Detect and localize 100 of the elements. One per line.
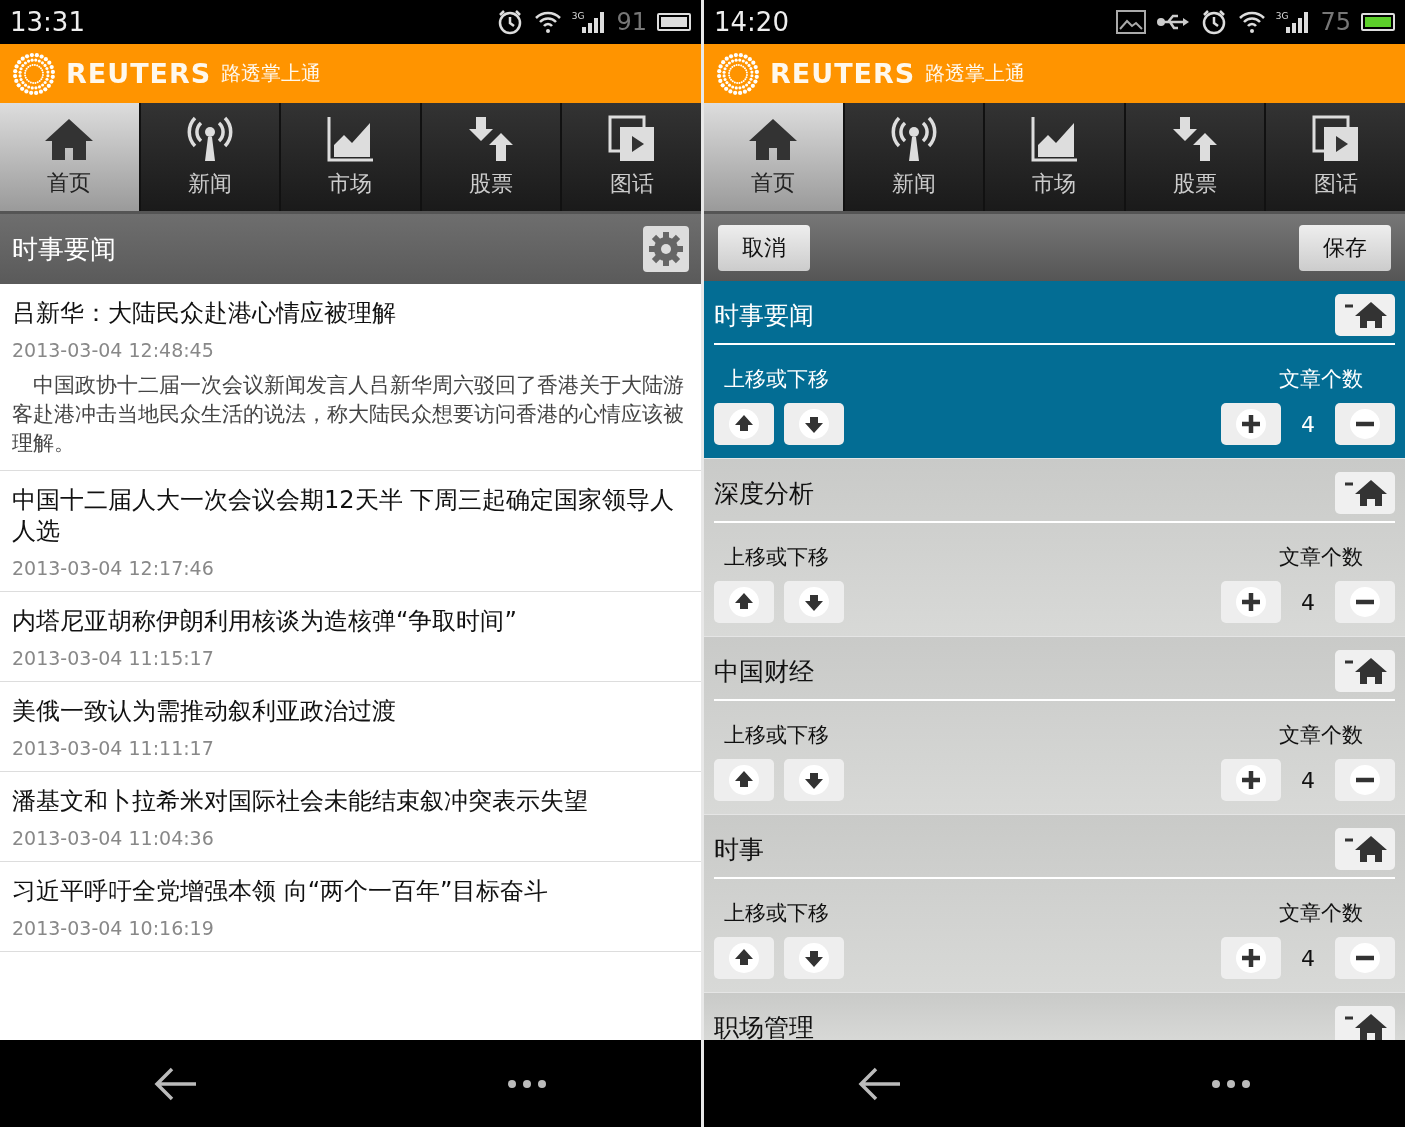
arrow-down-icon bbox=[798, 586, 830, 618]
pin-home-button[interactable] bbox=[1335, 650, 1395, 692]
decrease-button[interactable] bbox=[1335, 403, 1395, 445]
move-down-button[interactable] bbox=[784, 759, 844, 801]
article-count: 4 bbox=[1300, 411, 1316, 437]
pin-home-button[interactable] bbox=[1335, 472, 1395, 514]
image-icon bbox=[1115, 10, 1146, 34]
save-button[interactable]: 保存 bbox=[1299, 224, 1391, 271]
section-panel[interactable]: 深度分析 上移或下移 文章个数 4 bbox=[704, 459, 1405, 637]
battery-percent: 75 bbox=[1320, 8, 1351, 36]
settings-icon bbox=[648, 231, 684, 267]
minus-icon bbox=[1349, 942, 1381, 974]
article-title: 美俄一致认为需推动叙利亚政治过渡 bbox=[12, 696, 397, 727]
pin-home-button[interactable] bbox=[1335, 294, 1395, 336]
increase-button[interactable] bbox=[1221, 581, 1281, 623]
nav-tab[interactable]: 市场 bbox=[281, 103, 420, 211]
section-title: 时事要闻 bbox=[714, 299, 814, 332]
article-item[interactable]: 潘基文和卜拉希米对国际社会未能结束叙冲突表示失望 2013-03-04 11:04:36 bbox=[0, 772, 701, 862]
cancel-button[interactable]: 取消 bbox=[718, 224, 810, 271]
minus-house-icon bbox=[1343, 1012, 1387, 1040]
section-panel[interactable]: 职场管理 bbox=[704, 993, 1405, 1040]
network-type: 3G bbox=[1275, 11, 1289, 21]
battery-percent: 91 bbox=[616, 8, 647, 36]
count-label: 文章个数 bbox=[1279, 722, 1363, 749]
count-label: 文章个数 bbox=[1279, 900, 1363, 927]
increase-button[interactable] bbox=[1221, 937, 1281, 979]
logo-icon bbox=[12, 51, 56, 96]
article-count: 4 bbox=[1300, 767, 1316, 793]
clock-time: 13:31 bbox=[10, 7, 86, 37]
arrow-down-icon bbox=[798, 942, 830, 974]
section-title: 时事 bbox=[714, 833, 764, 866]
article-time: 2013-03-04 11:04:36 bbox=[12, 827, 215, 849]
section-panel[interactable]: 中国财经 上移或下移 文章个数 4 bbox=[704, 637, 1405, 815]
minus-house-icon bbox=[1343, 300, 1387, 330]
plus-icon bbox=[1235, 586, 1267, 618]
move-down-button[interactable] bbox=[784, 937, 844, 979]
arrow-down-icon bbox=[798, 408, 830, 440]
nav-tab[interactable]: 股票 bbox=[1125, 103, 1265, 211]
plus-icon bbox=[1235, 942, 1267, 974]
minus-icon bbox=[1349, 408, 1381, 440]
article-title: 中国十二届人大一次会议会期12天半 下周三起确定国家领导人人选 bbox=[12, 485, 676, 547]
nav-tab[interactable]: 图话 bbox=[562, 103, 701, 211]
move-label: 上移或下移 bbox=[724, 544, 829, 571]
article-item[interactable]: 美俄一致认为需推动叙利亚政治过渡 2013-03-04 11:11:17 bbox=[0, 682, 701, 772]
nav-tab[interactable]: 新闻 bbox=[140, 103, 280, 211]
section-title: 职场管理 bbox=[714, 1011, 814, 1040]
nav-tab[interactable]: 市场 bbox=[985, 103, 1124, 211]
slideshow-icon bbox=[607, 115, 656, 163]
minus-icon bbox=[1349, 764, 1381, 796]
article-item[interactable]: 习近平呼吁全党增强本领 向“两个一百年”目标奋斗 2013-03-04 10:16:19 bbox=[0, 862, 701, 952]
area-chart-icon bbox=[326, 115, 375, 163]
usb-icon bbox=[1155, 12, 1190, 32]
app-subtitle: 路透掌上通 bbox=[221, 60, 322, 87]
logo-icon bbox=[716, 51, 760, 96]
move-up-button[interactable] bbox=[714, 581, 774, 623]
plus-icon bbox=[1235, 408, 1267, 440]
settings-button[interactable] bbox=[643, 226, 689, 272]
slideshow-icon bbox=[1311, 115, 1360, 163]
move-up-button[interactable] bbox=[714, 759, 774, 801]
nav-tab[interactable]: 图话 bbox=[1266, 103, 1405, 211]
arrow-up-icon bbox=[728, 764, 760, 796]
nav-tab[interactable]: 新闻 bbox=[844, 103, 984, 211]
wifi-icon bbox=[533, 10, 562, 34]
move-down-button[interactable] bbox=[784, 403, 844, 445]
signal-icon bbox=[1286, 11, 1311, 33]
article-item[interactable]: 吕新华：大陆民众赴港心情应被理解 2013-03-04 12:48:45 中国政协十二届一次会议新闻发言人吕新华周六驳回了香港关于大陆游客赴港冲击当地民众生活的说法，称大陆民众想要访问香港的心情应该被理解。 bbox=[0, 284, 701, 471]
network-type: 3G bbox=[571, 11, 585, 21]
nav-tab[interactable]: 首页 bbox=[0, 103, 139, 211]
app-subtitle: 路透掌上通 bbox=[925, 60, 1026, 87]
wifi-icon bbox=[1237, 10, 1266, 34]
article-item[interactable]: 中国十二届人大一次会议会期12天半 下周三起确定国家领导人人选 2013-03-04 12:17:46 bbox=[0, 471, 701, 592]
arrow-up-icon bbox=[728, 408, 760, 440]
section-panel[interactable]: 时事要闻 上移或下移 文章个数 4 bbox=[704, 281, 1405, 459]
article-time: 2013-03-04 11:15:17 bbox=[12, 647, 215, 669]
decrease-button[interactable] bbox=[1335, 581, 1395, 623]
decrease-button[interactable] bbox=[1335, 937, 1395, 979]
decrease-button[interactable] bbox=[1335, 759, 1395, 801]
nav-tab[interactable]: 股票 bbox=[421, 103, 561, 211]
pin-home-button[interactable] bbox=[1335, 1006, 1395, 1040]
arrow-up-icon bbox=[728, 586, 760, 618]
move-up-button[interactable] bbox=[714, 937, 774, 979]
minus-icon bbox=[1349, 586, 1381, 618]
article-time: 2013-03-04 12:17:46 bbox=[12, 557, 215, 579]
increase-button[interactable] bbox=[1221, 403, 1281, 445]
article-summary: 中国政协十二届一次会议新闻发言人吕新华周六驳回了香港关于大陆游客赴港冲击当地民众生活的说法，称大陆民众想要访问香港的心情应该被理解。 bbox=[12, 372, 685, 457]
article-title: 潘基文和卜拉希米对国际社会未能结束叙冲突表示失望 bbox=[12, 786, 589, 817]
more-dots-icon bbox=[1210, 1078, 1251, 1089]
article-item[interactable]: 内塔尼亚胡称伊朗利用核谈为造核弹“争取时间” 2013-03-04 11:15:17 bbox=[0, 592, 701, 682]
minus-house-icon bbox=[1343, 834, 1387, 864]
area-chart-icon bbox=[1030, 115, 1079, 163]
increase-button[interactable] bbox=[1221, 759, 1281, 801]
move-down-button[interactable] bbox=[784, 581, 844, 623]
move-up-button[interactable] bbox=[714, 403, 774, 445]
article-time: 2013-03-04 11:11:17 bbox=[12, 737, 215, 759]
pin-home-button[interactable] bbox=[1335, 828, 1395, 870]
antenna-icon bbox=[186, 115, 233, 163]
section-panel[interactable]: 时事 上移或下移 文章个数 4 bbox=[704, 815, 1405, 993]
signal-icon bbox=[582, 11, 607, 33]
nav-tab[interactable]: 首页 bbox=[704, 103, 843, 211]
brand-name: REUTERS bbox=[66, 58, 212, 89]
